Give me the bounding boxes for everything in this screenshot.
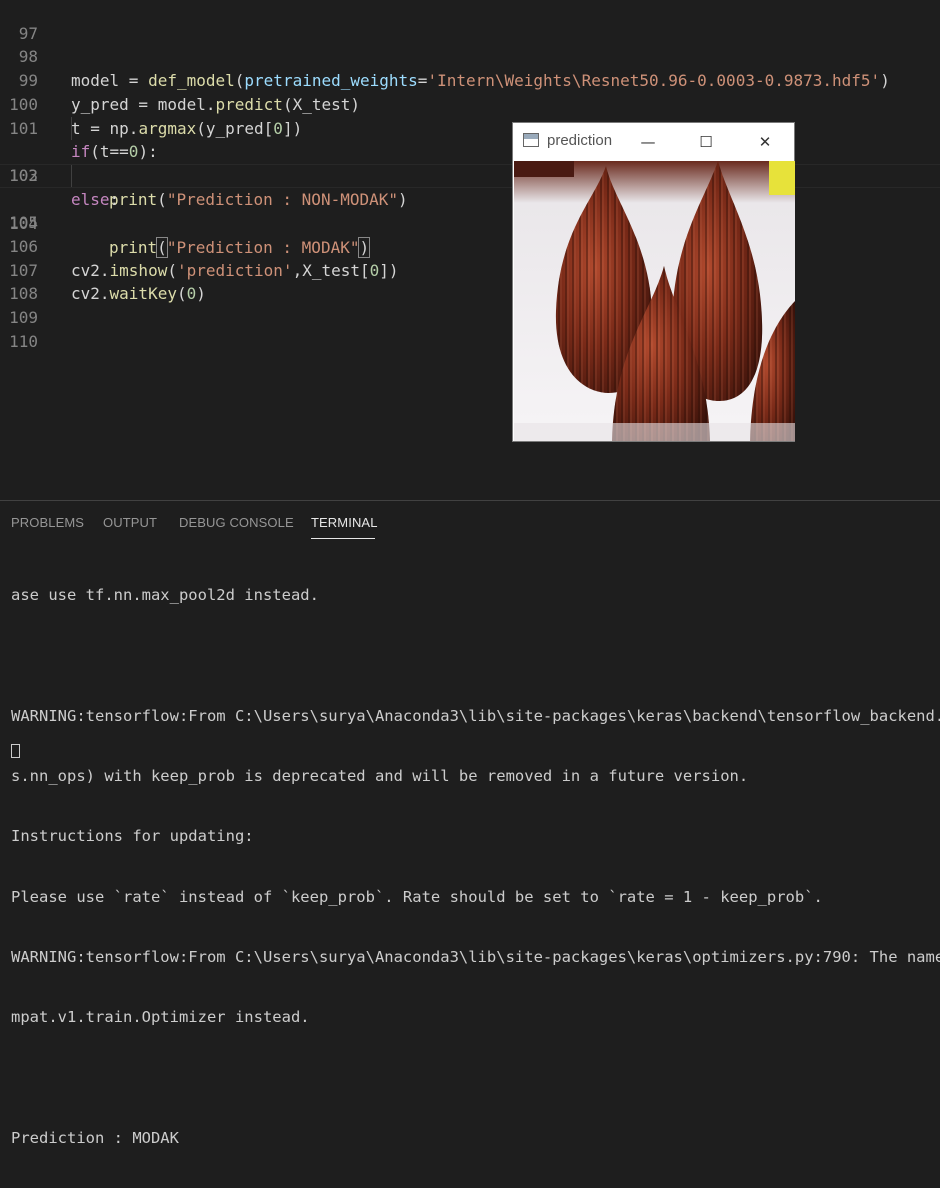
close-icon[interactable]: ✕ bbox=[752, 129, 778, 155]
code-line[interactable]: 107 cv2.waitKey(0) bbox=[0, 235, 940, 304]
indent-guide bbox=[71, 116, 72, 141]
code-line[interactable]: 101 if(t==0): bbox=[0, 93, 940, 162]
bottom-panel: PROBLEMS OUTPUT DEBUG CONSOLE TERMINAL a… bbox=[0, 500, 940, 1147]
code-editor[interactable]: 97 98 model = def_model(pretrained_weigh… bbox=[0, 0, 940, 500]
minimize-icon[interactable]: — bbox=[635, 129, 661, 155]
modak-photo bbox=[514, 161, 795, 441]
indent-guide bbox=[71, 164, 72, 187]
prediction-image bbox=[514, 161, 795, 441]
opencv-window-icon bbox=[523, 133, 539, 147]
code-line[interactable]: 103 else: bbox=[0, 140, 940, 209]
window-title: prediction bbox=[547, 132, 613, 149]
prediction-window[interactable]: prediction — ☐ ✕ bbox=[512, 122, 795, 442]
code-line[interactable]: 97 bbox=[0, 0, 940, 43]
code-line[interactable]: 99 y_pred = model.predict(X_test) bbox=[0, 45, 940, 114]
code-line[interactable]: 102 print("Prediction : NON-MODAK") bbox=[0, 116, 940, 209]
code-line[interactable]: 105 bbox=[0, 188, 940, 232]
tab-problems[interactable]: PROBLEMS bbox=[11, 515, 84, 530]
terminal-line: WARNING:tensorflow:From C:\Users\surya\A… bbox=[11, 706, 940, 725]
terminal-line: Please use `rate` instead of `keep_prob`… bbox=[11, 887, 823, 906]
window-titlebar[interactable]: prediction — ☐ ✕ bbox=[513, 123, 794, 160]
terminal-line: s.nn_ops) with keep_prob is deprecated a… bbox=[11, 767, 749, 786]
tab-debug-console[interactable]: DEBUG CONSOLE bbox=[179, 515, 294, 530]
terminal-line: ase use tf.nn.max_pool2d instead. bbox=[11, 586, 319, 605]
code-line[interactable]: 108 bbox=[0, 259, 940, 303]
tab-output[interactable]: OUTPUT bbox=[103, 515, 157, 530]
tab-terminal[interactable]: TERMINAL bbox=[311, 515, 378, 530]
code-line[interactable]: 100 t = np.argmax(y_pred[0]) bbox=[0, 69, 940, 138]
code-line[interactable]: 98 model = def_model(pretrained_weights=… bbox=[0, 22, 940, 90]
terminal-line: Instructions for updating: bbox=[11, 827, 254, 846]
current-code-line[interactable]: 104 print("Prediction : MODAK") bbox=[0, 163, 940, 258]
code-line[interactable]: 109 bbox=[0, 282, 940, 327]
maximize-icon[interactable]: ☐ bbox=[693, 129, 719, 155]
terminal-output[interactable]: ase use tf.nn.max_pool2d instead. WARNIN… bbox=[11, 545, 940, 1188]
code-line[interactable]: 106 cv2.imshow('prediction',X_test[0]) bbox=[0, 211, 940, 280]
terminal-line: WARNING:tensorflow:From C:\Users\surya\A… bbox=[11, 947, 940, 966]
active-tab-indicator bbox=[311, 538, 375, 539]
terminal-line: Prediction : MODAK bbox=[11, 1128, 179, 1147]
code-line[interactable]: 110 bbox=[0, 306, 940, 351]
terminal-line: mpat.v1.train.Optimizer instead. bbox=[11, 1008, 310, 1027]
terminal-cursor bbox=[11, 744, 20, 758]
line-number: 110 bbox=[9, 331, 38, 351]
